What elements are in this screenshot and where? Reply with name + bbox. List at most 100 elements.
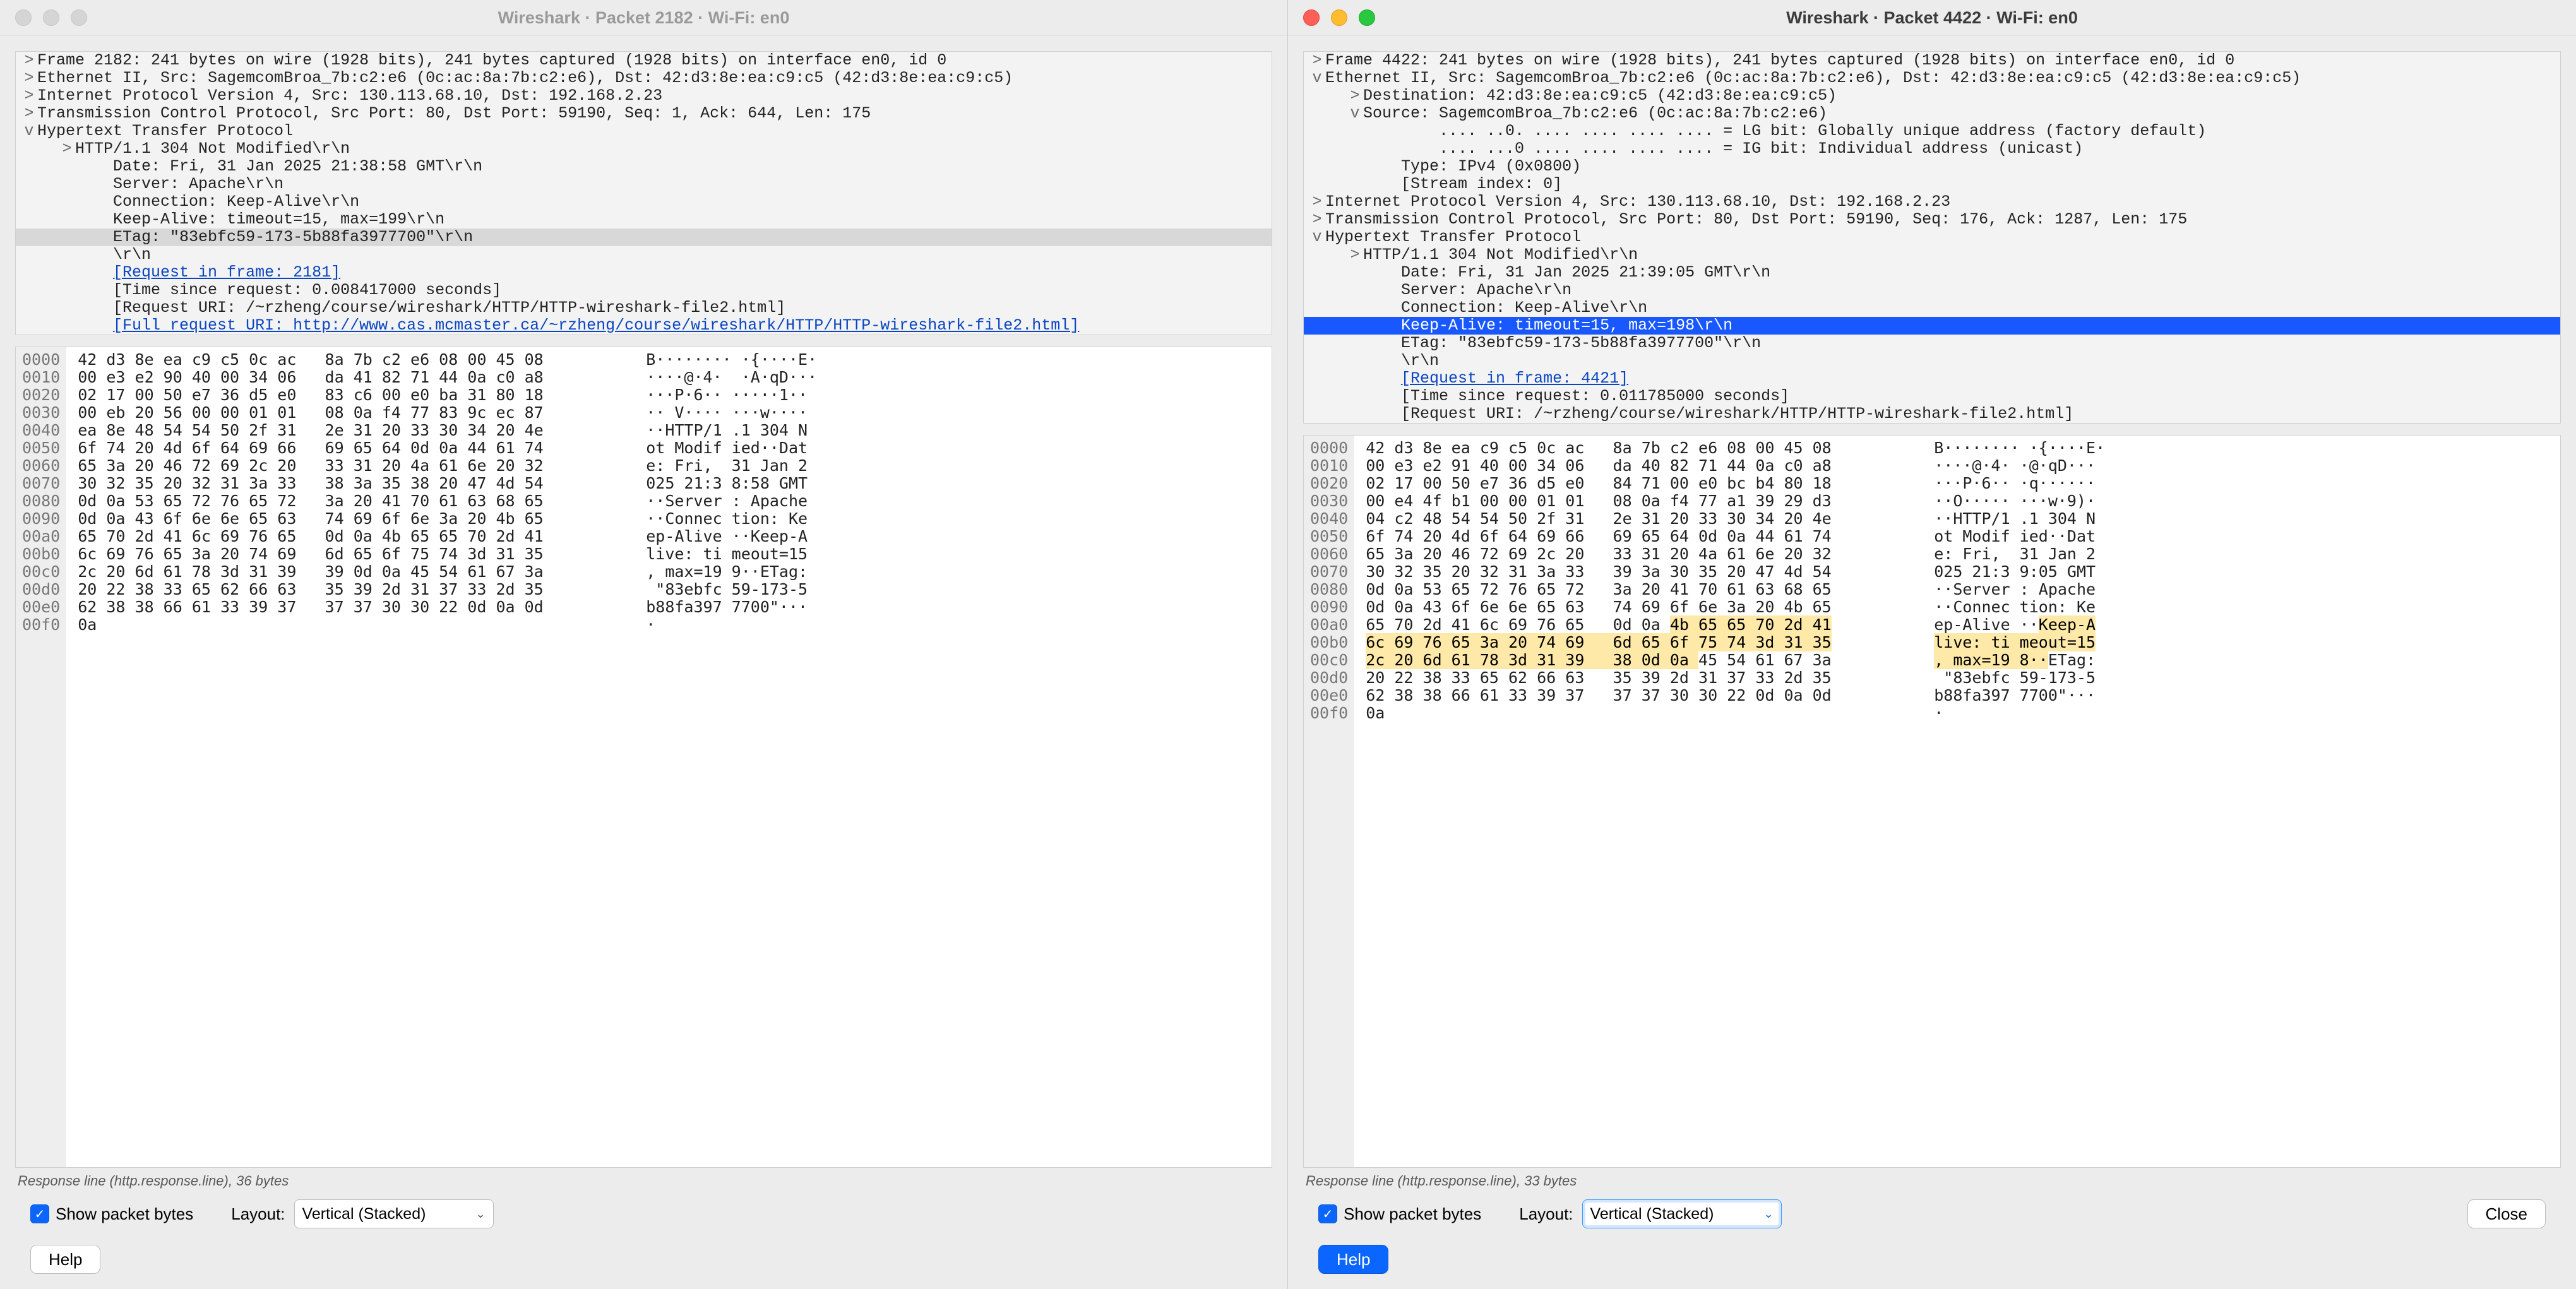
tree-label: \r\n <box>1401 352 1439 370</box>
tree-label: Connection: Keep-Alive\r\n <box>113 193 359 211</box>
traffic-close-icon[interactable] <box>1303 9 1320 26</box>
tree-row[interactable]: >Frame 4422: 241 bytes on wire (1928 bit… <box>1304 52 2560 69</box>
chevron-down-icon[interactable]: v <box>1347 105 1363 122</box>
status-bar: Response line (http.response.line), 36 b… <box>15 1168 1272 1199</box>
chevron-right-icon[interactable]: > <box>1309 193 1325 211</box>
tree-spacer <box>97 299 113 317</box>
tree-row[interactable]: [Full request URI: http://www.cas.mcmast… <box>16 317 1272 335</box>
tree-row[interactable]: vEthernet II, Src: SagemcomBroa_7b:c2:e6… <box>1304 69 2560 87</box>
tree-row[interactable]: Keep-Alive: timeout=15, max=199\r\n <box>16 211 1272 229</box>
tree-row[interactable]: >Internet Protocol Version 4, Src: 130.1… <box>1304 193 2560 211</box>
tree-row[interactable]: >Transmission Control Protocol, Src Port… <box>1304 211 2560 229</box>
tree-row[interactable]: [Request in frame: 2181] <box>16 264 1272 282</box>
help-button[interactable]: Help <box>1318 1245 1388 1274</box>
window-packet-left: Wireshark · Packet 2182 · Wi-Fi: en0 >Fr… <box>0 0 1288 1289</box>
tree-row[interactable]: [Request URI: /~rzheng/course/wireshark/… <box>1304 405 2560 423</box>
tree-spacer <box>97 229 113 246</box>
chevron-right-icon[interactable]: > <box>1347 246 1363 264</box>
tree-row[interactable]: .... ...0 .... .... .... .... = IG bit: … <box>1304 140 2560 158</box>
hex-content: 42 d3 8e ea c9 c5 0c ac 8a 7b c2 e6 08 0… <box>66 347 1272 1167</box>
help-button[interactable]: Help <box>30 1245 100 1274</box>
tree-label: ETag: "83ebfc59-173-5b88fa3977700"\r\n <box>113 229 473 246</box>
tree-spacer <box>97 264 113 282</box>
chevron-right-icon[interactable]: > <box>21 52 37 69</box>
tree-row[interactable]: ETag: "83ebfc59-173-5b88fa3977700"\r\n <box>1304 335 2560 352</box>
packet-details-tree[interactable]: >Frame 2182: 241 bytes on wire (1928 bit… <box>15 51 1272 335</box>
layout-select[interactable]: Vertical (Stacked) ⌄ <box>1582 1199 1782 1228</box>
tree-row[interactable]: [Request URI: /~rzheng/course/wireshark/… <box>16 299 1272 317</box>
tree-label: Internet Protocol Version 4, Src: 130.11… <box>37 87 662 105</box>
window-title: Wireshark · Packet 2182 · Wi-Fi: en0 <box>0 8 1287 28</box>
traffic-close-icon[interactable] <box>15 9 32 26</box>
show-packet-bytes-checkbox[interactable]: ✓ Show packet bytes <box>30 1204 193 1224</box>
tree-row[interactable]: vHypertext Transfer Protocol <box>1304 229 2560 246</box>
tree-row[interactable]: \r\n <box>1304 352 2560 370</box>
tree-row[interactable]: >Frame 2182: 241 bytes on wire (1928 bit… <box>16 52 1272 69</box>
tree-row[interactable]: Keep-Alive: timeout=15, max=198\r\n <box>1304 317 2560 335</box>
tree-row[interactable]: ETag: "83ebfc59-173-5b88fa3977700"\r\n <box>16 229 1272 246</box>
tree-label: Server: Apache\r\n <box>1401 282 1571 299</box>
chevron-right-icon[interactable]: > <box>21 69 37 87</box>
traffic-min-icon[interactable] <box>43 9 59 26</box>
tree-row[interactable]: Connection: Keep-Alive\r\n <box>16 193 1272 211</box>
tree-label: Date: Fri, 31 Jan 2025 21:38:58 GMT\r\n <box>113 158 482 175</box>
tree-row[interactable]: >HTTP/1.1 304 Not Modified\r\n <box>1304 246 2560 264</box>
tree-label: Ethernet II, Src: SagemcomBroa_7b:c2:e6 … <box>37 69 1013 87</box>
tree-row[interactable]: vSource: SagemcomBroa_7b:c2:e6 (0c:ac:8a… <box>1304 105 2560 122</box>
chevron-down-icon[interactable]: v <box>1309 69 1325 87</box>
chevron-right-icon[interactable]: > <box>1309 211 1325 229</box>
tree-row[interactable]: >Transmission Control Protocol, Src Port… <box>16 105 1272 122</box>
tree-label: Source: SagemcomBroa_7b:c2:e6 (0c:ac:8a:… <box>1363 105 1827 122</box>
tree-label: Transmission Control Protocol, Src Port:… <box>1325 211 2187 229</box>
tree-row[interactable]: >Internet Protocol Version 4, Src: 130.1… <box>16 87 1272 105</box>
tree-row[interactable]: [Stream index: 0] <box>1304 175 2560 193</box>
traffic-max-icon[interactable] <box>1359 9 1375 26</box>
tree-label: Destination: 42:d3:8e:ea:c9:c5 (42:d3:8e… <box>1363 87 1837 105</box>
traffic-min-icon[interactable] <box>1331 9 1347 26</box>
tree-row[interactable]: .... ..0. .... .... .... .... = LG bit: … <box>1304 122 2560 140</box>
tree-row[interactable]: \r\n <box>16 246 1272 264</box>
chevron-right-icon[interactable]: > <box>59 140 75 158</box>
tree-row[interactable]: Date: Fri, 31 Jan 2025 21:39:05 GMT\r\n <box>1304 264 2560 282</box>
chevron-right-icon[interactable]: > <box>21 105 37 122</box>
close-button[interactable]: Close <box>2467 1199 2546 1228</box>
tree-row[interactable]: vHypertext Transfer Protocol <box>16 122 1272 140</box>
tree-row[interactable]: >Destination: 42:d3:8e:ea:c9:c5 (42:d3:8… <box>1304 87 2560 105</box>
tree-row[interactable]: >Ethernet II, Src: SagemcomBroa_7b:c2:e6… <box>16 69 1272 87</box>
tree-spacer <box>1385 175 1401 193</box>
tree-label[interactable]: [Request in frame: 4421] <box>1401 370 1628 388</box>
layout-select[interactable]: Vertical (Stacked) ⌄ <box>294 1199 494 1228</box>
chevron-updown-icon: ⌄ <box>1763 1208 1773 1221</box>
tree-row[interactable]: Connection: Keep-Alive\r\n <box>1304 299 2560 317</box>
tree-label: [Request URI: /~rzheng/course/wireshark/… <box>1401 405 2073 423</box>
tree-label: [Request URI: /~rzheng/course/wireshark/… <box>113 299 785 317</box>
packet-details-tree[interactable]: >Frame 4422: 241 bytes on wire (1928 bit… <box>1303 51 2561 424</box>
tree-spacer <box>97 246 113 264</box>
tree-row[interactable]: >HTTP/1.1 304 Not Modified\r\n <box>16 140 1272 158</box>
tree-spacer <box>1385 370 1401 388</box>
titlebar[interactable]: Wireshark · Packet 2182 · Wi-Fi: en0 <box>0 0 1287 36</box>
traffic-max-icon[interactable] <box>71 9 87 26</box>
hex-offsets: 0000 0010 0020 0030 0040 0050 0060 0070 … <box>1304 436 1354 1167</box>
chevron-right-icon[interactable]: > <box>21 87 37 105</box>
tree-label: HTTP/1.1 304 Not Modified\r\n <box>1363 246 1638 264</box>
tree-label[interactable]: [Full request URI: http://www.cas.mcmast… <box>113 317 1079 335</box>
chevron-right-icon[interactable]: > <box>1309 52 1325 69</box>
chevron-right-icon[interactable]: > <box>1347 87 1363 105</box>
packet-bytes-pane[interactable]: 0000 0010 0020 0030 0040 0050 0060 0070 … <box>15 347 1272 1168</box>
titlebar[interactable]: Wireshark · Packet 4422 · Wi-Fi: en0 <box>1288 0 2576 36</box>
show-packet-bytes-checkbox[interactable]: ✓ Show packet bytes <box>1318 1204 1481 1224</box>
packet-bytes-pane[interactable]: 0000 0010 0020 0030 0040 0050 0060 0070 … <box>1303 435 2561 1168</box>
tree-row[interactable]: Server: Apache\r\n <box>16 175 1272 193</box>
tree-row[interactable]: [Time since request: 0.011785000 seconds… <box>1304 388 2560 405</box>
tree-row[interactable]: [Time since request: 0.008417000 seconds… <box>16 282 1272 299</box>
tree-label[interactable]: [Request in frame: 2181] <box>113 264 340 282</box>
tree-row[interactable]: Type: IPv4 (0x0800) <box>1304 158 2560 175</box>
tree-row[interactable]: [Request in frame: 4421] <box>1304 370 2560 388</box>
chevron-down-icon[interactable]: v <box>21 122 37 140</box>
tree-row[interactable]: Server: Apache\r\n <box>1304 282 2560 299</box>
tree-spacer <box>97 211 113 229</box>
chevron-down-icon[interactable]: v <box>1309 229 1325 246</box>
tree-spacer <box>97 282 113 299</box>
tree-row[interactable]: Date: Fri, 31 Jan 2025 21:38:58 GMT\r\n <box>16 158 1272 175</box>
